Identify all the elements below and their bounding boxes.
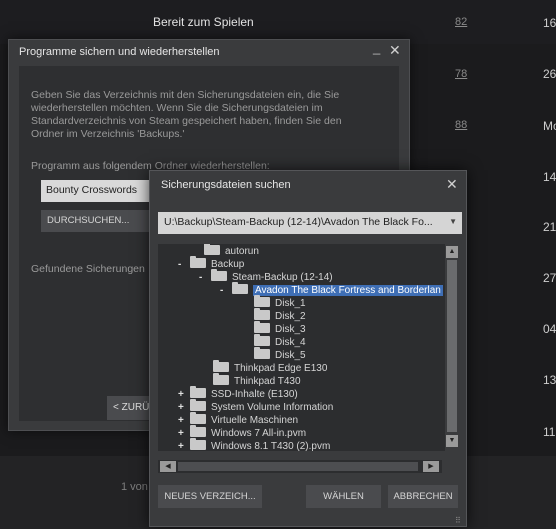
- new-folder-button[interactable]: NEUES VERZEICH...: [158, 485, 262, 508]
- scrollbar-thumb[interactable]: [178, 462, 418, 471]
- tree-toggle[interactable]: +: [178, 414, 190, 427]
- tree-item[interactable]: Thinkpad Edge E130: [213, 360, 328, 375]
- tree-item-label: SSD-Inhalte (E130): [211, 389, 298, 400]
- tree-item-label: Windows 8.1 T430 (2).pvm: [211, 441, 331, 451]
- last-played-value: 16: [543, 16, 556, 30]
- playtime-link[interactable]: 78: [455, 68, 467, 80]
- minimize-icon[interactable]: _: [373, 40, 380, 55]
- last-played-value: 11: [543, 425, 556, 439]
- tree-item[interactable]: + Windows 8.1 T430 (2).pvm: [178, 438, 331, 451]
- playtime-link[interactable]: 88: [455, 119, 467, 131]
- chevron-down-icon[interactable]: ▼: [449, 217, 457, 226]
- scroll-right-icon[interactable]: ▶: [423, 461, 439, 472]
- status-text: Bereit zum Spielen: [153, 15, 254, 29]
- tree-item-label: Avadon The Black Fortress and Borderlan: [253, 285, 443, 296]
- tree-item[interactable]: Disk_3: [254, 321, 306, 336]
- folder-icon: [190, 412, 206, 424]
- cancel-button[interactable]: ABBRECHEN: [388, 485, 458, 508]
- dialog-title: Programme sichern und wiederherstellen: [19, 46, 220, 58]
- last-played-value: 04: [543, 322, 556, 336]
- folder-icon: [254, 334, 270, 346]
- tree-item[interactable]: autorun: [192, 244, 259, 258]
- folder-icon: [254, 347, 270, 359]
- folder-icon: [204, 244, 220, 255]
- playtime-link[interactable]: 82: [455, 16, 467, 28]
- last-played-value: 27: [543, 271, 556, 285]
- path-dropdown[interactable]: U:\Backup\Steam-Backup (12-14)\Avadon Th…: [158, 212, 462, 234]
- tree-item-label: Thinkpad Edge E130: [234, 363, 328, 374]
- vertical-scrollbar[interactable]: ▲ ▼: [445, 244, 459, 451]
- folder-icon: [190, 438, 206, 450]
- scroll-down-icon[interactable]: ▼: [446, 435, 458, 447]
- tree-toggle[interactable]: -: [220, 284, 232, 297]
- tree-item[interactable]: Disk_1: [254, 295, 306, 310]
- last-played-value: Mo: [543, 119, 556, 133]
- folder-icon: [213, 373, 229, 385]
- folder-icon: [211, 269, 227, 281]
- tree-item[interactable]: Thinkpad T430: [213, 373, 301, 388]
- tree-toggle[interactable]: -: [199, 271, 211, 284]
- last-played-value: 21: [543, 220, 556, 234]
- tree-item-label: Windows 7 All-in.pvm: [211, 428, 307, 439]
- tree-item[interactable]: + System Volume Information: [178, 399, 334, 414]
- tree-item[interactable]: + Virtuelle Maschinen: [178, 412, 299, 427]
- tree-item[interactable]: - Steam-Backup (12-14): [199, 269, 333, 284]
- tree-item-label: Disk_3: [275, 324, 306, 335]
- tree-toggle[interactable]: -: [178, 258, 190, 271]
- folder-icon: [213, 360, 229, 372]
- close-icon[interactable]: ✕: [389, 42, 401, 59]
- tree-item-label: Disk_4: [275, 337, 306, 348]
- folder-icon: [254, 295, 270, 307]
- tree-item-label: Disk_5: [275, 350, 306, 361]
- tree-item[interactable]: Disk_2: [254, 308, 306, 323]
- folder-icon: [190, 425, 206, 437]
- browse-backup-dialog: Sicherungsdateien suchen ✕ U:\Backup\Ste…: [149, 170, 467, 527]
- path-value: U:\Backup\Steam-Backup (12-14)\Avadon Th…: [164, 216, 433, 228]
- resize-grip-icon[interactable]: ⠿: [455, 516, 461, 525]
- tree-item-label: Disk_1: [275, 298, 306, 309]
- horizontal-scrollbar[interactable]: ◀ ▶: [158, 460, 442, 473]
- scroll-left-icon[interactable]: ◀: [160, 461, 176, 472]
- scroll-up-icon[interactable]: ▲: [446, 246, 458, 258]
- choose-button[interactable]: WÄHLEN: [306, 485, 381, 508]
- last-played-value: 13: [543, 373, 556, 387]
- tree-item-label: Thinkpad T430: [234, 376, 301, 387]
- tree-item-label: Steam-Backup (12-14): [232, 272, 333, 283]
- folder-icon: [232, 282, 248, 294]
- scrollbar-thumb[interactable]: [447, 260, 457, 432]
- last-played-value: 14: [543, 170, 556, 184]
- folder-icon: [190, 256, 206, 268]
- pagination-text: 1 von: [121, 481, 148, 493]
- library-header: [0, 0, 556, 44]
- tree-item-label: autorun: [225, 246, 259, 257]
- folder-icon: [190, 386, 206, 398]
- tree-item[interactable]: Disk_5: [254, 347, 306, 362]
- tree-toggle[interactable]: +: [178, 401, 190, 414]
- close-icon[interactable]: ✕: [446, 176, 458, 193]
- browse-button[interactable]: DURCHSUCHEN...: [41, 210, 151, 232]
- instructions-text: Geben Sie das Verzeichnis mit den Sicher…: [31, 89, 342, 140]
- dialog-title: Sicherungsdateien suchen: [161, 179, 291, 191]
- tree-item[interactable]: + Windows 7 All-in.pvm: [178, 425, 307, 440]
- restore-folder-field[interactable]: Bounty Crosswords: [41, 180, 161, 202]
- folder-icon: [190, 399, 206, 411]
- tree-toggle[interactable]: +: [178, 388, 190, 401]
- tree-item-label: System Volume Information: [211, 402, 334, 413]
- tree-item[interactable]: Disk_4: [254, 334, 306, 349]
- tree-toggle[interactable]: +: [178, 427, 190, 440]
- last-played-value: 26: [543, 67, 556, 81]
- tree-toggle[interactable]: +: [178, 440, 190, 451]
- found-backups-label: Gefundene Sicherungen: [31, 263, 145, 275]
- folder-icon: [254, 308, 270, 320]
- tree-item-label: Virtuelle Maschinen: [211, 415, 299, 426]
- folder-tree[interactable]: autorun - Backup - Steam-Backup (12-14) -A…: [158, 244, 458, 451]
- tree-item-label: Disk_2: [275, 311, 306, 322]
- folder-icon: [254, 321, 270, 333]
